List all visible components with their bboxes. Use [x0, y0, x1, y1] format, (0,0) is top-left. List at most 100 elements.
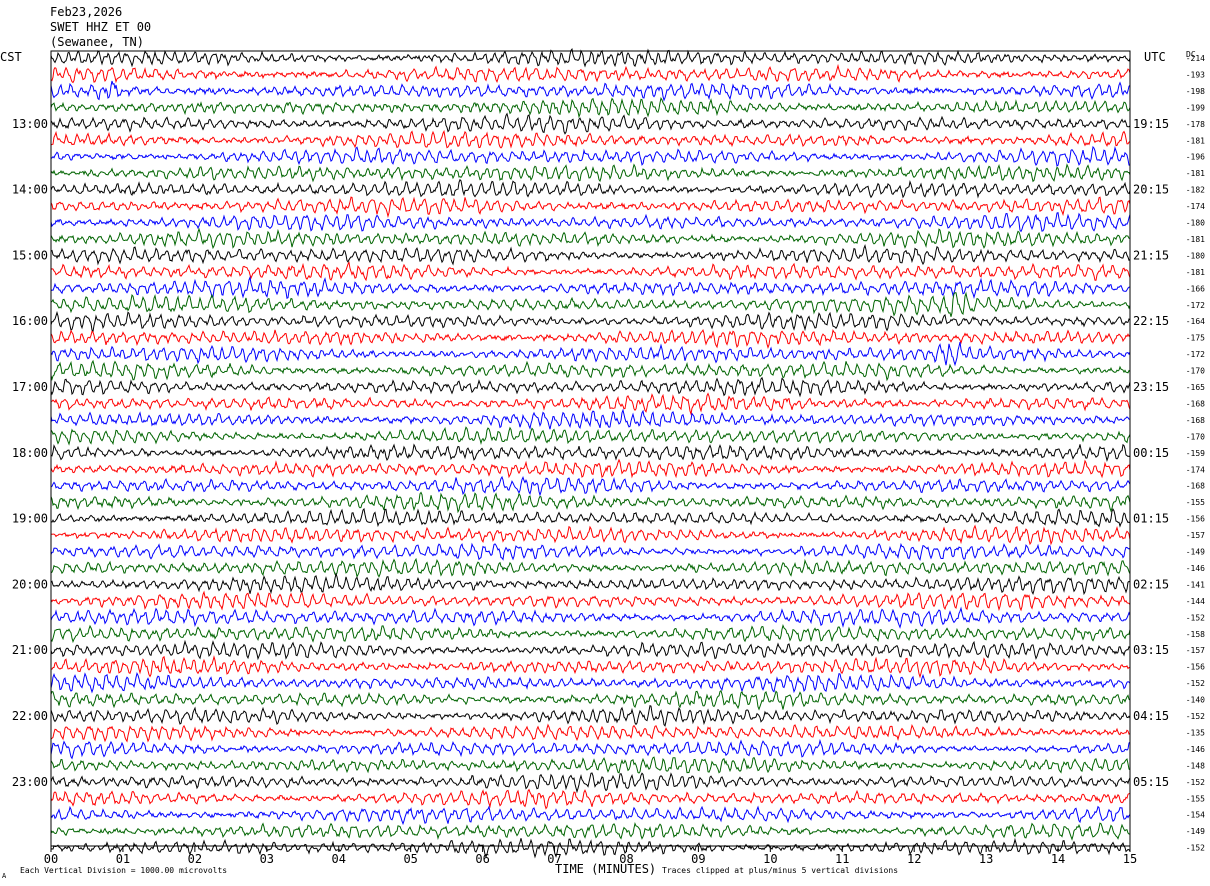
trace-row-8 — [50, 178, 1131, 199]
right-hour-label: 20:15 — [1133, 183, 1169, 197]
dc-offset-value: -158 — [1186, 630, 1205, 639]
trace-group — [50, 47, 1131, 859]
trace-row-39 — [50, 689, 1131, 711]
left-hour-label: 16:00 — [12, 314, 48, 328]
left-hour-label: 22:00 — [12, 709, 48, 723]
dc-offset-value: -165 — [1186, 383, 1205, 392]
right-hour-label: 00:15 — [1133, 446, 1169, 460]
right-hour-label: 04:15 — [1133, 709, 1169, 723]
dc-offset-value: -181 — [1186, 235, 1205, 244]
right-hour-label: 22:15 — [1133, 314, 1169, 328]
trace-row-41 — [50, 723, 1131, 743]
dc-offset-value: -168 — [1186, 482, 1205, 491]
dc-offset-value: -152 — [1186, 679, 1205, 688]
left-hour-label: 20:00 — [12, 577, 48, 591]
dc-offset-value: -135 — [1186, 728, 1205, 737]
trace-row-17 — [50, 328, 1131, 349]
dc-offset-value: -180 — [1186, 251, 1205, 260]
helicorder-plot: 00 01 02 03 04 05 06 07 08 09 10 11 12 13 14 15 13:0014… — [12, 47, 1205, 866]
right-hour-label: 19:15 — [1133, 117, 1169, 131]
trace-row-16 — [50, 310, 1131, 333]
trace-row-44 — [50, 772, 1131, 794]
x-tick-label: 11 — [835, 852, 849, 866]
dc-offset-value: -146 — [1186, 564, 1205, 573]
trace-row-42 — [50, 738, 1131, 760]
dc-offset-value: -154 — [1186, 811, 1205, 820]
right-hour-labels: 19:15 20:15 21:15 22:15 23:15 00:15 01:15 02:15… — [1133, 117, 1169, 789]
trace-row-25 — [50, 458, 1131, 479]
left-hour-label: 21:00 — [12, 643, 48, 657]
left-hour-label: 13:00 — [12, 117, 48, 131]
trace-row-31 — [50, 557, 1131, 579]
dc-offset-value: -199 — [1186, 103, 1205, 112]
corner-mark: A — [2, 872, 7, 880]
dc-offset-value: -157 — [1186, 646, 1205, 655]
dc-offset-value: -214 — [1186, 54, 1205, 63]
right-hour-label: 21:15 — [1133, 248, 1169, 262]
x-tick-label: 10 — [763, 852, 777, 866]
dc-offset-value: -196 — [1186, 153, 1205, 162]
dc-offset-value: -146 — [1186, 745, 1205, 754]
dc-offset-value: -156 — [1186, 663, 1205, 672]
dc-offset-value: -174 — [1186, 202, 1205, 211]
x-tick-label: 00 — [44, 852, 58, 866]
dc-offset-value: -182 — [1186, 186, 1205, 195]
trace-row-11 — [50, 227, 1130, 250]
left-hour-label: 19:00 — [12, 512, 48, 526]
left-hour-label: 18:00 — [12, 446, 48, 460]
trace-row-26 — [50, 475, 1131, 497]
left-hour-label: 23:00 — [12, 775, 48, 789]
right-hour-label: 05:15 — [1133, 775, 1169, 789]
dc-offset-value: -174 — [1186, 465, 1205, 474]
dc-offset-value: -157 — [1186, 531, 1205, 540]
trace-row-5 — [50, 129, 1131, 149]
trace-row-48 — [50, 837, 1131, 859]
trace-row-3 — [50, 96, 1131, 119]
trace-row-27 — [50, 491, 1131, 514]
right-hour-label: 03:15 — [1133, 643, 1169, 657]
dc-offset-value: -180 — [1186, 219, 1205, 228]
dc-offset-value: -170 — [1186, 432, 1205, 441]
trace-row-9 — [50, 196, 1131, 219]
dc-offset-value: -156 — [1186, 515, 1205, 524]
trace-row-7 — [50, 163, 1131, 183]
dc-offset-value: -148 — [1186, 761, 1205, 770]
trace-row-37 — [50, 655, 1131, 679]
dc-offset-value: -168 — [1186, 416, 1205, 425]
dc-offset-value: -152 — [1186, 844, 1205, 853]
dc-offset-value: -172 — [1186, 350, 1205, 359]
trace-row-13 — [50, 261, 1131, 282]
trace-row-33 — [50, 590, 1131, 612]
trace-row-34 — [50, 606, 1131, 629]
x-tick-label: 04 — [332, 852, 346, 866]
trace-row-2 — [50, 80, 1131, 102]
trace-row-23 — [50, 426, 1131, 446]
left-hour-labels: 13:00 14:00 15:00 16:00 17:00 18:00 19:00 20:00… — [12, 117, 48, 789]
dc-offset-value: -175 — [1186, 334, 1205, 343]
left-hour-label: 14:00 — [12, 183, 48, 197]
x-tick-label: 05 — [403, 852, 417, 866]
dc-offset-value: -170 — [1186, 367, 1205, 376]
trace-row-28 — [50, 507, 1131, 528]
trace-row-15 — [50, 291, 1131, 317]
x-tick-label: 13 — [979, 852, 993, 866]
dc-offset-value: -155 — [1186, 794, 1205, 803]
dc-offset-value: -193 — [1186, 70, 1205, 79]
trace-row-38 — [50, 671, 1131, 694]
x-tick-label: 12 — [907, 852, 921, 866]
dc-offset-value: -159 — [1186, 449, 1205, 458]
right-hour-label: 23:15 — [1133, 380, 1169, 394]
trace-row-43 — [50, 756, 1131, 774]
x-tick-label: 09 — [691, 852, 705, 866]
clipping-note: Traces clipped at plus/minus 5 vertical … — [662, 866, 899, 875]
vertical-division-note: Each Vertical Division = 1000.00 microvo… — [20, 866, 228, 875]
trace-row-46 — [50, 805, 1131, 826]
x-tick-label: 01 — [116, 852, 130, 866]
trace-row-47 — [50, 821, 1130, 841]
dc-offset-value: -152 — [1186, 712, 1205, 721]
trace-row-10 — [50, 212, 1131, 233]
trace-row-20 — [50, 376, 1131, 398]
dc-offset-value: -149 — [1186, 827, 1205, 836]
right-hour-label: 02:15 — [1133, 577, 1169, 591]
x-tick-label: 02 — [188, 852, 202, 866]
